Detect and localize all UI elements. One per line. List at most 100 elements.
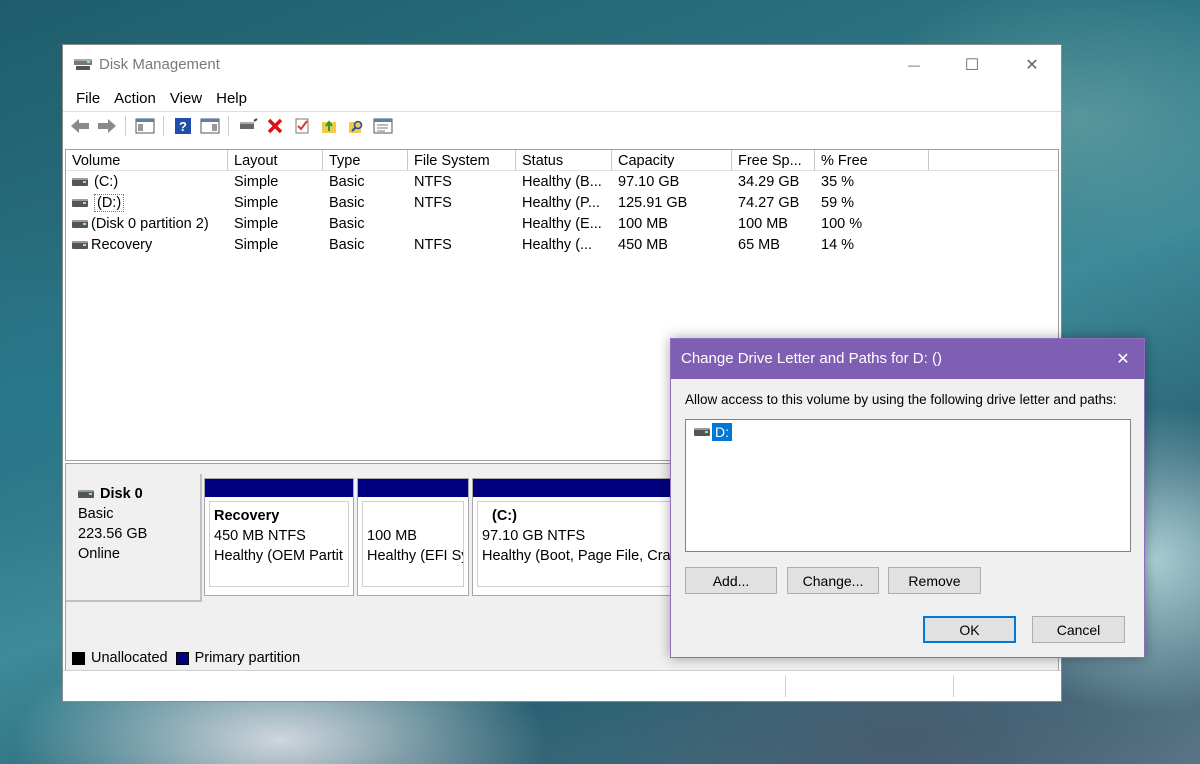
status-bar	[63, 670, 1061, 701]
close-button[interactable]: ✕	[1003, 45, 1061, 85]
type-cell: Basic	[329, 173, 365, 190]
disk-0-info[interactable]: Disk 0 Basic 223.56 GB Online	[66, 474, 202, 602]
drive-icon	[72, 177, 88, 186]
disk-management-app-icon	[74, 59, 92, 70]
disk-icon	[78, 490, 94, 498]
status-cell: Healthy (P...	[522, 194, 600, 211]
column-header-volume[interactable]: Volume	[66, 150, 228, 170]
cancel-button[interactable]: Cancel	[1032, 616, 1125, 643]
column-header-type[interactable]: Type	[323, 150, 408, 170]
ok-button[interactable]: OK	[923, 616, 1016, 643]
legend-primary: Primary partition	[194, 650, 301, 666]
column-header-capacity[interactable]: Capacity	[612, 150, 732, 170]
drive-letter-d: D:	[712, 423, 732, 441]
column-header-percent-free[interactable]: % Free	[815, 150, 929, 170]
disk-state: Online	[78, 546, 120, 562]
menu-action[interactable]: Action	[107, 90, 163, 107]
percent-free-cell: 59 %	[821, 194, 855, 211]
forward-arrow-icon[interactable]	[94, 115, 119, 137]
dialog-instruction: Allow access to this volume by using the…	[685, 392, 1117, 407]
file-system-cell: NTFS	[414, 194, 452, 211]
connect-drive-icon[interactable]	[235, 115, 260, 137]
column-header-free-space[interactable]: Free Sp...	[732, 150, 815, 170]
show-hide-console-tree-icon[interactable]	[132, 115, 157, 137]
legend: Unallocated Primary partition	[72, 650, 300, 666]
volume-list-header: Volume Layout Type File System Status Ca…	[66, 150, 1058, 171]
close-icon: ✕	[1025, 57, 1039, 74]
window-title: Disk Management	[99, 56, 220, 73]
partition-recovery[interactable]: Recovery 450 MB NTFS Healthy (OEM Partit	[204, 478, 354, 596]
remove-button[interactable]: Remove	[888, 567, 981, 594]
list-item[interactable]: D:	[694, 423, 732, 441]
menu-file[interactable]: File	[69, 90, 107, 107]
column-header-status[interactable]: Status	[516, 150, 612, 170]
console-icon[interactable]	[370, 115, 395, 137]
disk-size: 223.56 GB	[78, 526, 148, 542]
layout-cell: Simple	[234, 194, 279, 211]
capacity-cell: 125.91 GB	[618, 194, 688, 211]
disk-name: Disk 0	[100, 486, 143, 502]
column-header-layout[interactable]: Layout	[228, 150, 323, 170]
partition-status: Healthy (EFI Sy	[367, 548, 464, 564]
capacity-cell: 450 MB	[618, 236, 668, 253]
drive-icon	[72, 198, 88, 207]
toolbar: ?	[63, 111, 1061, 140]
free-space-cell: 65 MB	[738, 236, 780, 253]
percent-free-cell: 14 %	[821, 236, 855, 253]
partition-size: 450 MB NTFS	[214, 528, 306, 544]
percent-free-cell: 100 %	[821, 215, 863, 232]
primary-partition-band	[205, 479, 353, 497]
maximize-button[interactable]: ☐	[943, 45, 1001, 85]
status-cell: Healthy (E...	[522, 215, 602, 232]
show-hide-action-pane-icon[interactable]	[197, 115, 222, 137]
properties-icon[interactable]	[289, 115, 314, 137]
volume-name: (C:)	[94, 173, 119, 190]
free-space-cell: 74.27 GB	[738, 194, 800, 211]
partition-status: Healthy (OEM Partit	[214, 548, 343, 564]
volume-name: (D:)	[94, 193, 125, 212]
minimize-icon: —	[908, 58, 920, 72]
table-row[interactable]: (D:) Simple Basic NTFS Healthy (P... 125…	[66, 192, 1058, 213]
change-drive-letter-dialog: Change Drive Letter and Paths for D: () …	[670, 338, 1145, 658]
minimize-button[interactable]: —	[885, 45, 943, 85]
free-space-cell: 34.29 GB	[738, 173, 800, 190]
free-space-cell: 100 MB	[738, 215, 788, 232]
disk-type: Basic	[78, 506, 114, 522]
back-arrow-icon[interactable]	[67, 115, 92, 137]
delete-icon[interactable]	[262, 115, 287, 137]
export-folder-icon[interactable]	[316, 115, 341, 137]
table-row[interactable]: Recovery Simple Basic NTFS Healthy (... …	[66, 234, 1058, 255]
drive-paths-list[interactable]: D:	[685, 419, 1131, 552]
capacity-cell: 100 MB	[618, 215, 668, 232]
menu-help[interactable]: Help	[209, 90, 254, 107]
close-icon: ✕	[1116, 351, 1130, 368]
type-cell: Basic	[329, 236, 365, 253]
primary-partition-swatch	[175, 651, 189, 665]
type-cell: Basic	[329, 194, 365, 211]
help-icon[interactable]: ?	[170, 115, 195, 137]
dialog-close-button[interactable]: ✕	[1102, 339, 1144, 379]
status-cell: Healthy (B...	[522, 173, 602, 190]
table-row[interactable]: (Disk 0 partition 2) Simple Basic Health…	[66, 213, 1058, 234]
file-system-cell: NTFS	[414, 173, 452, 190]
dialog-title: Change Drive Letter and Paths for D: ()	[681, 350, 942, 367]
title-bar[interactable]: Disk Management — ☐ ✕	[63, 45, 1061, 85]
unallocated-swatch	[72, 651, 85, 665]
menu-view[interactable]: View	[163, 90, 209, 107]
partition-efi[interactable]: 100 MB Healthy (EFI Sy	[357, 478, 469, 596]
table-row[interactable]: (C:) Simple Basic NTFS Healthy (B... 97.…	[66, 171, 1058, 192]
volume-name: Recovery	[91, 236, 153, 253]
capacity-cell: 97.10 GB	[618, 173, 680, 190]
status-cell: Healthy (...	[522, 236, 593, 253]
legend-unallocated: Unallocated	[91, 650, 168, 666]
search-folder-icon[interactable]	[343, 115, 368, 137]
layout-cell: Simple	[234, 236, 279, 253]
toolbar-separator	[163, 116, 164, 136]
dialog-title-bar[interactable]: Change Drive Letter and Paths for D: () …	[671, 339, 1144, 379]
toolbar-separator	[125, 116, 126, 136]
maximize-icon: ☐	[964, 57, 980, 74]
add-button[interactable]: Add...	[685, 567, 777, 594]
menu-bar: File Action View Help	[63, 85, 1061, 111]
column-header-file-system[interactable]: File System	[408, 150, 516, 170]
change-button[interactable]: Change...	[787, 567, 879, 594]
